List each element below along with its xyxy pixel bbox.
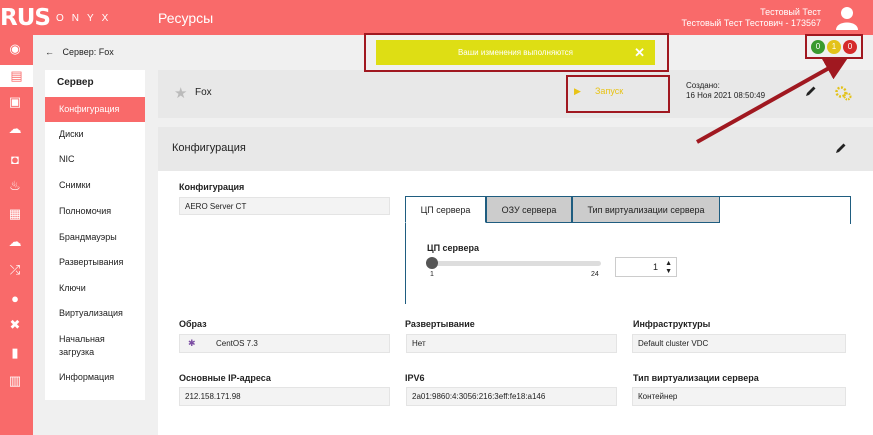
camera-icon[interactable]: ◘ <box>7 152 23 167</box>
cpu-slider-label: ЦП сервера <box>427 243 479 253</box>
status-counters: 0 1 0 <box>805 34 863 59</box>
notification-banner: Ваши изменения выполняются ✕ <box>376 40 655 65</box>
config-field: AERO Server CT <box>179 197 390 215</box>
logo-subtext: ONYX <box>55 12 117 24</box>
menu-item-configuration[interactable]: Конфигурация <box>45 97 145 122</box>
page-title: Ресурсы <box>158 10 214 26</box>
left-nav: ◉ ▤ ▣ ☁ ◘ ♨ ▦ ☁ ⤮ ● ✖ ▮ ▥ <box>0 35 33 435</box>
edit-config-icon[interactable] <box>835 142 847 154</box>
menu-item-deployments[interactable]: Развертывания <box>59 256 123 268</box>
menu-item-firewalls[interactable]: Брандмауэры <box>59 231 117 243</box>
cpu-slider-track[interactable] <box>429 261 601 266</box>
menu-item-boot-line2[interactable]: загрузка <box>59 346 94 358</box>
configuration-panel-title: Конфигурация <box>172 142 246 154</box>
configuration-panel-header: Конфигурация <box>158 127 873 171</box>
logo[interactable]: RUS ONYX <box>0 2 116 34</box>
created-label: Создано: <box>686 81 720 90</box>
notification-text: Ваши изменения выполняются <box>457 48 574 57</box>
user-icon[interactable]: ● <box>7 291 23 306</box>
server-header-panel: ★ Fox ▶ Запуск Создано: 16 Ноя 2021 08:5… <box>158 70 873 118</box>
menu-item-info[interactable]: Информация <box>59 371 114 383</box>
server-menu-heading: Сервер <box>57 77 94 88</box>
stepper-down-icon[interactable]: ▼ <box>665 268 672 275</box>
document-icon[interactable]: ▣ <box>7 94 23 109</box>
status-green-badge[interactable]: 0 <box>811 39 825 54</box>
dashboard-icon[interactable]: ◉ <box>7 41 23 56</box>
tab-virtualization-type[interactable]: Тип виртуализации сервера <box>572 196 720 223</box>
tools-icon[interactable]: ✖ <box>7 317 23 332</box>
run-status-label: Запуск <box>595 86 624 96</box>
created-info: Создано: 16 Ноя 2021 08:50:49 <box>686 81 765 101</box>
server-name: Fox <box>195 87 212 98</box>
configuration-panel: Конфигурация Конфигурация AERO Server CT… <box>158 127 873 435</box>
cpu-tab-content: ЦП сервера 1 24 1 ▲ ▼ <box>406 224 852 305</box>
virt-type-field: Контейнер <box>632 387 846 406</box>
user-info[interactable]: Тестовый Тест Тестовый Тест Тестович - 1… <box>682 7 821 29</box>
gear-icon[interactable] <box>835 85 852 101</box>
status-yellow-badge[interactable]: 1 <box>827 39 841 54</box>
image-value: CentOS 7.3 <box>216 339 258 348</box>
shuffle-icon[interactable]: ⤮ <box>7 262 23 277</box>
tab-ram[interactable]: ОЗУ сервера <box>486 196 572 223</box>
slider-min-label: 1 <box>430 271 434 278</box>
fire-icon[interactable]: ♨ <box>7 178 23 193</box>
user-id: Тестовый Тест Тестович - 173567 <box>681 18 821 28</box>
notification-highlight: Ваши изменения выполняются ✕ <box>364 33 669 72</box>
ipv6-field: 2a01:9860:4:3056:216:3eff:fe18:a146 <box>406 387 617 406</box>
star-icon[interactable]: ★ <box>174 84 187 102</box>
cpu-slider-handle[interactable] <box>426 257 438 269</box>
cloud-icon[interactable]: ☁ <box>7 234 23 249</box>
logo-text: RUS <box>0 5 51 31</box>
centos-logo-icon: ✱ <box>188 338 196 348</box>
menu-item-keys[interactable]: Ключи <box>59 282 86 294</box>
stepper-up-icon[interactable]: ▲ <box>665 260 672 267</box>
menu-item-permissions[interactable]: Полномочия <box>59 205 111 217</box>
tab-cpu[interactable]: ЦП сервера <box>405 196 486 223</box>
clipboard-icon[interactable]: ▮ <box>7 345 23 360</box>
image-field: ✱ CentOS 7.3 <box>179 334 390 353</box>
cloud-upload-icon[interactable]: ☁ <box>7 121 23 136</box>
ip-field: 212.158.171.98 <box>179 387 390 406</box>
play-icon: ▶ <box>574 86 581 96</box>
menu-item-nic[interactable]: NIC <box>59 153 75 165</box>
slider-max-label: 24 <box>591 271 599 278</box>
cpu-stepper-value: 1 <box>652 262 658 272</box>
infra-field: Default cluster VDC <box>632 334 846 353</box>
server-icon[interactable]: ▤ <box>0 65 33 87</box>
resource-tabs: ЦП сервера ОЗУ сервера Тип виртуализации… <box>405 196 852 305</box>
menu-item-disks[interactable]: Диски <box>59 128 84 140</box>
close-icon[interactable]: ✕ <box>634 45 645 61</box>
avatar-icon[interactable] <box>834 4 860 30</box>
infra-label: Инфраструктуры <box>633 319 711 329</box>
status-red-badge[interactable]: 0 <box>843 39 857 54</box>
breadcrumb: ← Сервер: Fox <box>45 47 114 57</box>
cpu-stepper[interactable]: 1 ▲ ▼ <box>615 257 677 277</box>
edit-pencil-icon[interactable] <box>805 85 817 97</box>
config-label: Конфигурация <box>179 182 245 192</box>
deploy-label: Развертывание <box>405 319 475 329</box>
menu-item-snapshots[interactable]: Снимки <box>59 179 91 191</box>
server-menu: Сервер Конфигурация Диски NIC Снимки Пол… <box>45 70 145 400</box>
deploy-field: Нет <box>406 334 617 353</box>
run-status-box: ▶ Запуск <box>566 75 670 113</box>
menu-item-boot-line1[interactable]: Начальная <box>59 333 105 345</box>
chart-icon[interactable]: ▥ <box>7 373 23 388</box>
top-bar: RUS ONYX Ресурсы Тестовый Тест Тестовый … <box>0 0 873 35</box>
menu-item-virtualization[interactable]: Виртуализация <box>59 307 123 319</box>
image-icon[interactable]: ▦ <box>7 206 23 221</box>
created-value: 16 Ноя 2021 08:50:49 <box>686 91 766 100</box>
user-name: Тестовый Тест <box>760 7 821 17</box>
back-arrow-icon[interactable]: ← <box>45 47 54 57</box>
ip-label: Основные IP-адреса <box>179 373 271 383</box>
breadcrumb-text: Сервер: Fox <box>62 47 114 57</box>
virt-type-label: Тип виртуализации сервера <box>633 373 759 383</box>
ipv6-label: IPV6 <box>405 373 425 383</box>
image-label: Образ <box>179 319 207 329</box>
